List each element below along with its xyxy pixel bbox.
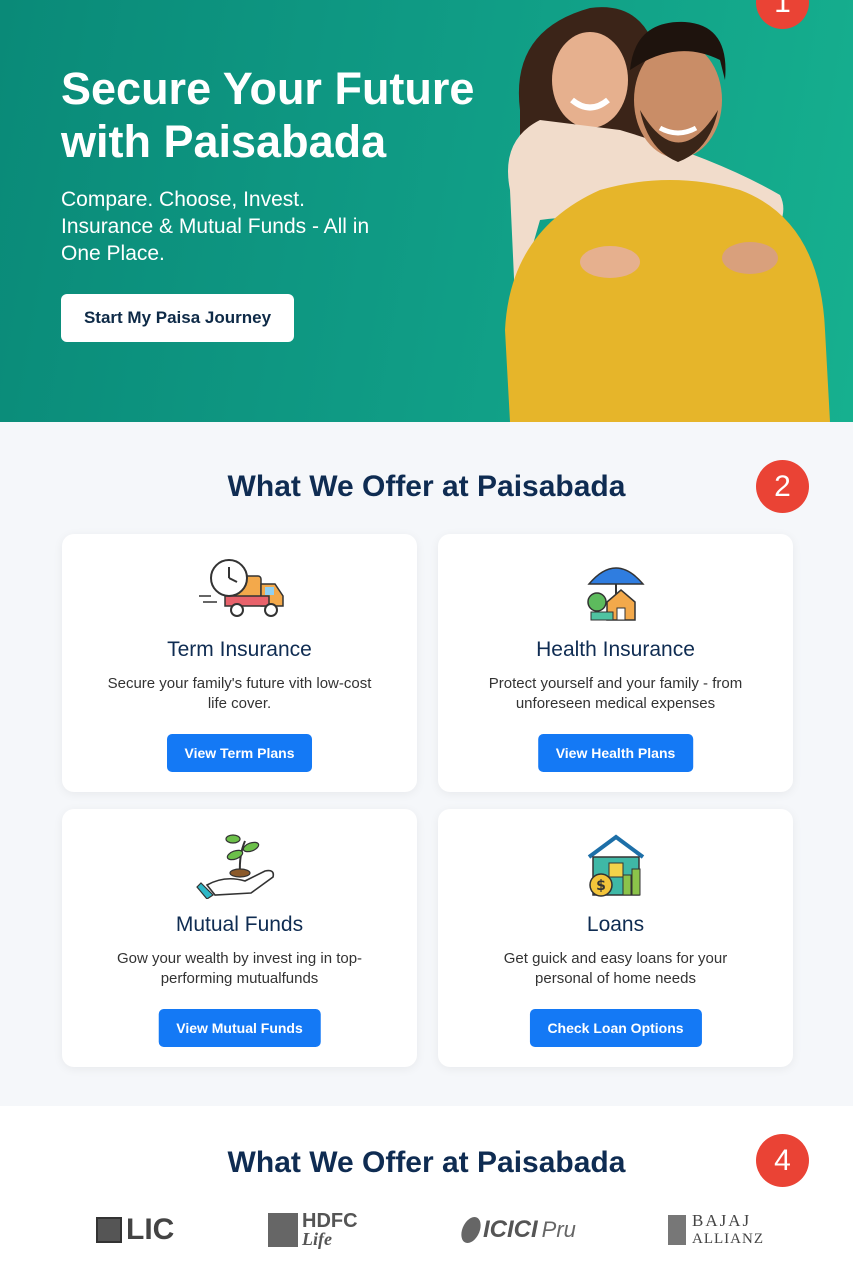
view-term-plans-button[interactable]: View Term Plans [166, 734, 313, 772]
svg-text:$: $ [596, 878, 606, 894]
check-loan-options-button[interactable]: Check Loan Options [529, 1009, 702, 1047]
bajaj-allianz-logo[interactable]: BAJAJ ALLIANZ [668, 1210, 764, 1250]
hero-subtitle: Compare. Choose, Invest. Insurance & Mut… [61, 188, 370, 265]
hand-plant-icon [195, 834, 274, 899]
life-logo-text: Life [302, 1229, 332, 1249]
hero-title: Secure Your Future with Paisabada [61, 63, 475, 167]
pru-logo-text: Pru [541, 1217, 576, 1242]
bajaj-logo-text: BAJAJ [692, 1211, 752, 1230]
card-title: Health Insurance [536, 638, 695, 661]
term-insurance-card: Term Insurance Secure your family's futu… [62, 534, 417, 792]
hero-banner: Secure Your Future with Paisabada Compar… [0, 0, 853, 422]
hdfc-emblem-icon [268, 1213, 298, 1247]
lic-emblem-icon [96, 1217, 122, 1243]
view-mutual-funds-button[interactable]: View Mutual Funds [158, 1009, 321, 1047]
card-description: Protect yourself and your family - from … [488, 675, 743, 712]
hdfc-life-logo[interactable]: HDFC Life [268, 1210, 358, 1250]
partners-section: What We Offer at Paisabada LIC HDFC Life… [0, 1106, 853, 1280]
clock-truck-icon [198, 559, 284, 617]
icici-pru-logo[interactable]: ICICI Pru [458, 1210, 576, 1250]
couple-photo [505, 7, 830, 422]
bajaj-emblem-icon [668, 1215, 686, 1245]
card-description: Gow your wealth by invest ing in top-per… [116, 950, 363, 987]
loans-card: $ Loans Get guick and easy loans for you… [438, 809, 793, 1067]
health-insurance-card: Health Insurance Protect yourself and yo… [438, 534, 793, 792]
icici-logo-text: ICICI [483, 1216, 538, 1243]
step-badge-4: 4 [756, 1134, 809, 1187]
umbrella-house-icon [586, 567, 645, 621]
card-title: Mutual Funds [175, 913, 304, 936]
card-title: Loans [586, 913, 645, 936]
card-title: Term Insurance [167, 638, 312, 661]
mutual-funds-card: Mutual Funds Gow your wealth by invest i… [62, 809, 417, 1067]
card-description: Get guick and easy loans for your person… [503, 950, 728, 987]
lic-logo-text: LIC [126, 1213, 175, 1246]
allianz-logo-text: ALLIANZ [692, 1231, 764, 1247]
lic-logo[interactable]: LIC [96, 1210, 174, 1250]
card-description: Secure your family's future vith low-cos… [107, 675, 372, 712]
partners-section-title: What We Offer at Paisabada [227, 1146, 626, 1179]
icici-emblem-icon [458, 1217, 484, 1243]
start-journey-button[interactable]: Start My Paisa Journey [61, 294, 294, 342]
view-health-plans-button[interactable]: View Health Plans [537, 734, 694, 772]
offer-section-title: What We Offer at Paisabada [227, 470, 626, 503]
house-money-icon: $ [587, 834, 644, 897]
hdfc-logo-text: HDFC [302, 1210, 358, 1232]
step-badge-2: 2 [756, 460, 809, 513]
